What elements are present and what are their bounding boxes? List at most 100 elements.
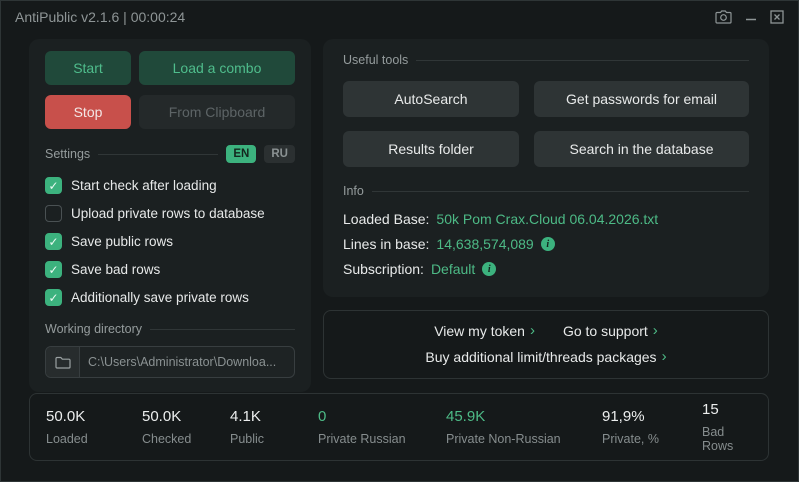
link-label: View my token — [434, 322, 525, 339]
loaded-base-label: Loaded Base: — [343, 211, 430, 227]
lines-in-base-value: 14,638,574,089 — [436, 236, 534, 252]
info-section: Info Loaded Base: 50k Pom Crax.Cloud 06.… — [343, 184, 749, 277]
close-icon[interactable] — [770, 10, 784, 24]
settings-label: Settings — [45, 147, 91, 161]
info-label: Info — [343, 184, 364, 198]
stat-label: Loaded — [46, 432, 88, 446]
link-label: Go to support — [562, 322, 648, 339]
language-toggle-ru[interactable]: RU — [264, 145, 295, 163]
check-icon: ✓ — [48, 262, 59, 277]
link-label: Buy additional limit/threads packages — [425, 348, 657, 365]
checkbox[interactable]: ✓ — [45, 233, 62, 250]
stat-value: 50.0K — [46, 408, 86, 425]
load-combo-button[interactable]: Load a combo — [139, 51, 295, 85]
checkbox-label: Start check after loading — [71, 178, 217, 193]
title-bar: AntiPublic v2.1.6 | 00:00:24 — [1, 1, 798, 33]
stat-public: 4.1K Public — [230, 408, 318, 446]
stat-label: Public — [230, 432, 265, 446]
screenshot-camera-icon[interactable] — [715, 10, 732, 24]
control-panel: Start Load a combo Stop From Clipboard S… — [29, 39, 311, 392]
settings-section-header: Settings EN RU — [45, 145, 295, 163]
working-directory-field — [45, 346, 295, 378]
checkbox-start-check-after-loading[interactable]: ✓ Start check after loading — [45, 177, 295, 194]
stat-value: 50.0K — [142, 408, 182, 425]
check-icon: ✓ — [48, 178, 59, 193]
stat-private-percent: 91,9% Private, % — [602, 408, 702, 446]
info-header: Info — [343, 184, 749, 198]
stat-label: Checked — [142, 432, 192, 446]
checkbox-save-bad-rows[interactable]: ✓ Save bad rows — [45, 261, 295, 278]
working-directory-input[interactable] — [80, 355, 294, 369]
loaded-base-row: Loaded Base: 50k Pom Crax.Cloud 06.04.20… — [343, 211, 749, 227]
useful-tools-label: Useful tools — [343, 53, 409, 67]
stat-value: 45.9K — [446, 408, 486, 425]
folder-icon — [54, 356, 71, 369]
info-circle-icon[interactable]: i — [540, 237, 555, 251]
stat-value: 91,9% — [602, 408, 645, 425]
buy-additional-packages-link[interactable]: Buy additional limit/threads packages › — [425, 348, 666, 365]
checkbox-upload-private-rows[interactable]: ✓ Upload private rows to database — [45, 205, 295, 222]
checkbox[interactable]: ✓ — [45, 261, 62, 278]
subscription-row: Subscription: Default i — [343, 261, 749, 277]
divider — [371, 190, 749, 192]
checkbox-save-public-rows[interactable]: ✓ Save public rows — [45, 233, 295, 250]
checkbox[interactable]: ✓ — [45, 289, 62, 306]
stat-bad-rows: 15 Bad Rows — [702, 401, 752, 453]
working-directory-header: Working directory — [45, 322, 295, 336]
stat-private-russian: 0 Private Russian — [318, 408, 446, 446]
settings-checkbox-list: ✓ Start check after loading ✓ Upload pri… — [45, 177, 295, 306]
app-window: AntiPublic v2.1.6 | 00:00:24 Start Load … — [0, 0, 799, 482]
working-directory-label: Working directory — [45, 322, 143, 336]
checkbox-label: Upload private rows to database — [71, 206, 265, 221]
divider — [416, 59, 749, 61]
search-in-database-button[interactable]: Search in the database — [534, 131, 749, 167]
working-directory-section: Working directory — [45, 322, 295, 378]
check-icon: ✓ — [48, 234, 59, 249]
go-to-support-link[interactable]: Go to support › — [563, 322, 658, 339]
autosearch-button[interactable]: AutoSearch — [343, 81, 519, 117]
folder-browse-button[interactable] — [46, 347, 80, 377]
stat-private-non-russian: 45.9K Private Non-Russian — [446, 408, 602, 446]
info-circle-icon[interactable]: i — [482, 262, 497, 276]
stop-button[interactable]: Stop — [45, 95, 131, 129]
stat-value: 4.1K — [230, 408, 261, 425]
window-title: AntiPublic v2.1.6 | 00:00:24 — [15, 9, 186, 25]
checkbox[interactable]: ✓ — [45, 177, 62, 194]
divider — [150, 328, 295, 330]
divider — [98, 153, 219, 155]
stats-bar: 50.0K Loaded 50.0K Checked 4.1K Public 0… — [29, 393, 769, 461]
stat-loaded: 50.0K Loaded — [46, 408, 142, 446]
subscription-value: Default — [430, 261, 476, 277]
subscription-label: Subscription: — [343, 261, 424, 277]
language-toggle-en[interactable]: EN — [226, 145, 257, 163]
checkbox-label: Save public rows — [71, 234, 174, 249]
chevron-right-icon: › — [652, 322, 658, 339]
chevron-right-icon: › — [661, 348, 667, 365]
stat-label: Private, % — [602, 432, 659, 446]
check-icon: ✓ — [48, 290, 59, 305]
stat-label: Private Russian — [318, 432, 406, 446]
stat-label: Private Non-Russian — [446, 432, 561, 446]
start-button[interactable]: Start — [45, 51, 131, 85]
results-folder-button[interactable]: Results folder — [343, 131, 519, 167]
lines-in-base-label: Lines in base: — [343, 236, 430, 252]
tools-info-panel: Useful tools AutoSearch Get passwords fo… — [323, 39, 769, 297]
get-passwords-for-email-button[interactable]: Get passwords for email — [534, 81, 749, 117]
stat-value: 0 — [318, 408, 327, 425]
view-my-token-link[interactable]: View my token › — [434, 322, 535, 339]
stat-value: 15 — [702, 401, 719, 418]
stat-label: Bad Rows — [702, 425, 734, 453]
checkbox-additionally-save-private-rows[interactable]: ✓ Additionally save private rows — [45, 289, 295, 306]
from-clipboard-button[interactable]: From Clipboard — [139, 95, 295, 129]
stat-checked: 50.0K Checked — [142, 408, 230, 446]
chevron-right-icon: › — [529, 322, 535, 339]
minimize-icon[interactable] — [745, 11, 757, 23]
useful-tools-grid: AutoSearch Get passwords for email Resul… — [343, 81, 749, 167]
lines-in-base-row: Lines in base: 14,638,574,089 i — [343, 236, 749, 252]
links-box: View my token › Go to support › Buy addi… — [323, 310, 769, 379]
useful-tools-header: Useful tools — [343, 53, 749, 67]
checkbox-label: Additionally save private rows — [71, 290, 249, 305]
loaded-base-value: 50k Pom Crax.Cloud 06.04.2026.txt — [436, 211, 659, 227]
checkbox-label: Save bad rows — [71, 262, 161, 277]
checkbox[interactable]: ✓ — [45, 205, 62, 222]
